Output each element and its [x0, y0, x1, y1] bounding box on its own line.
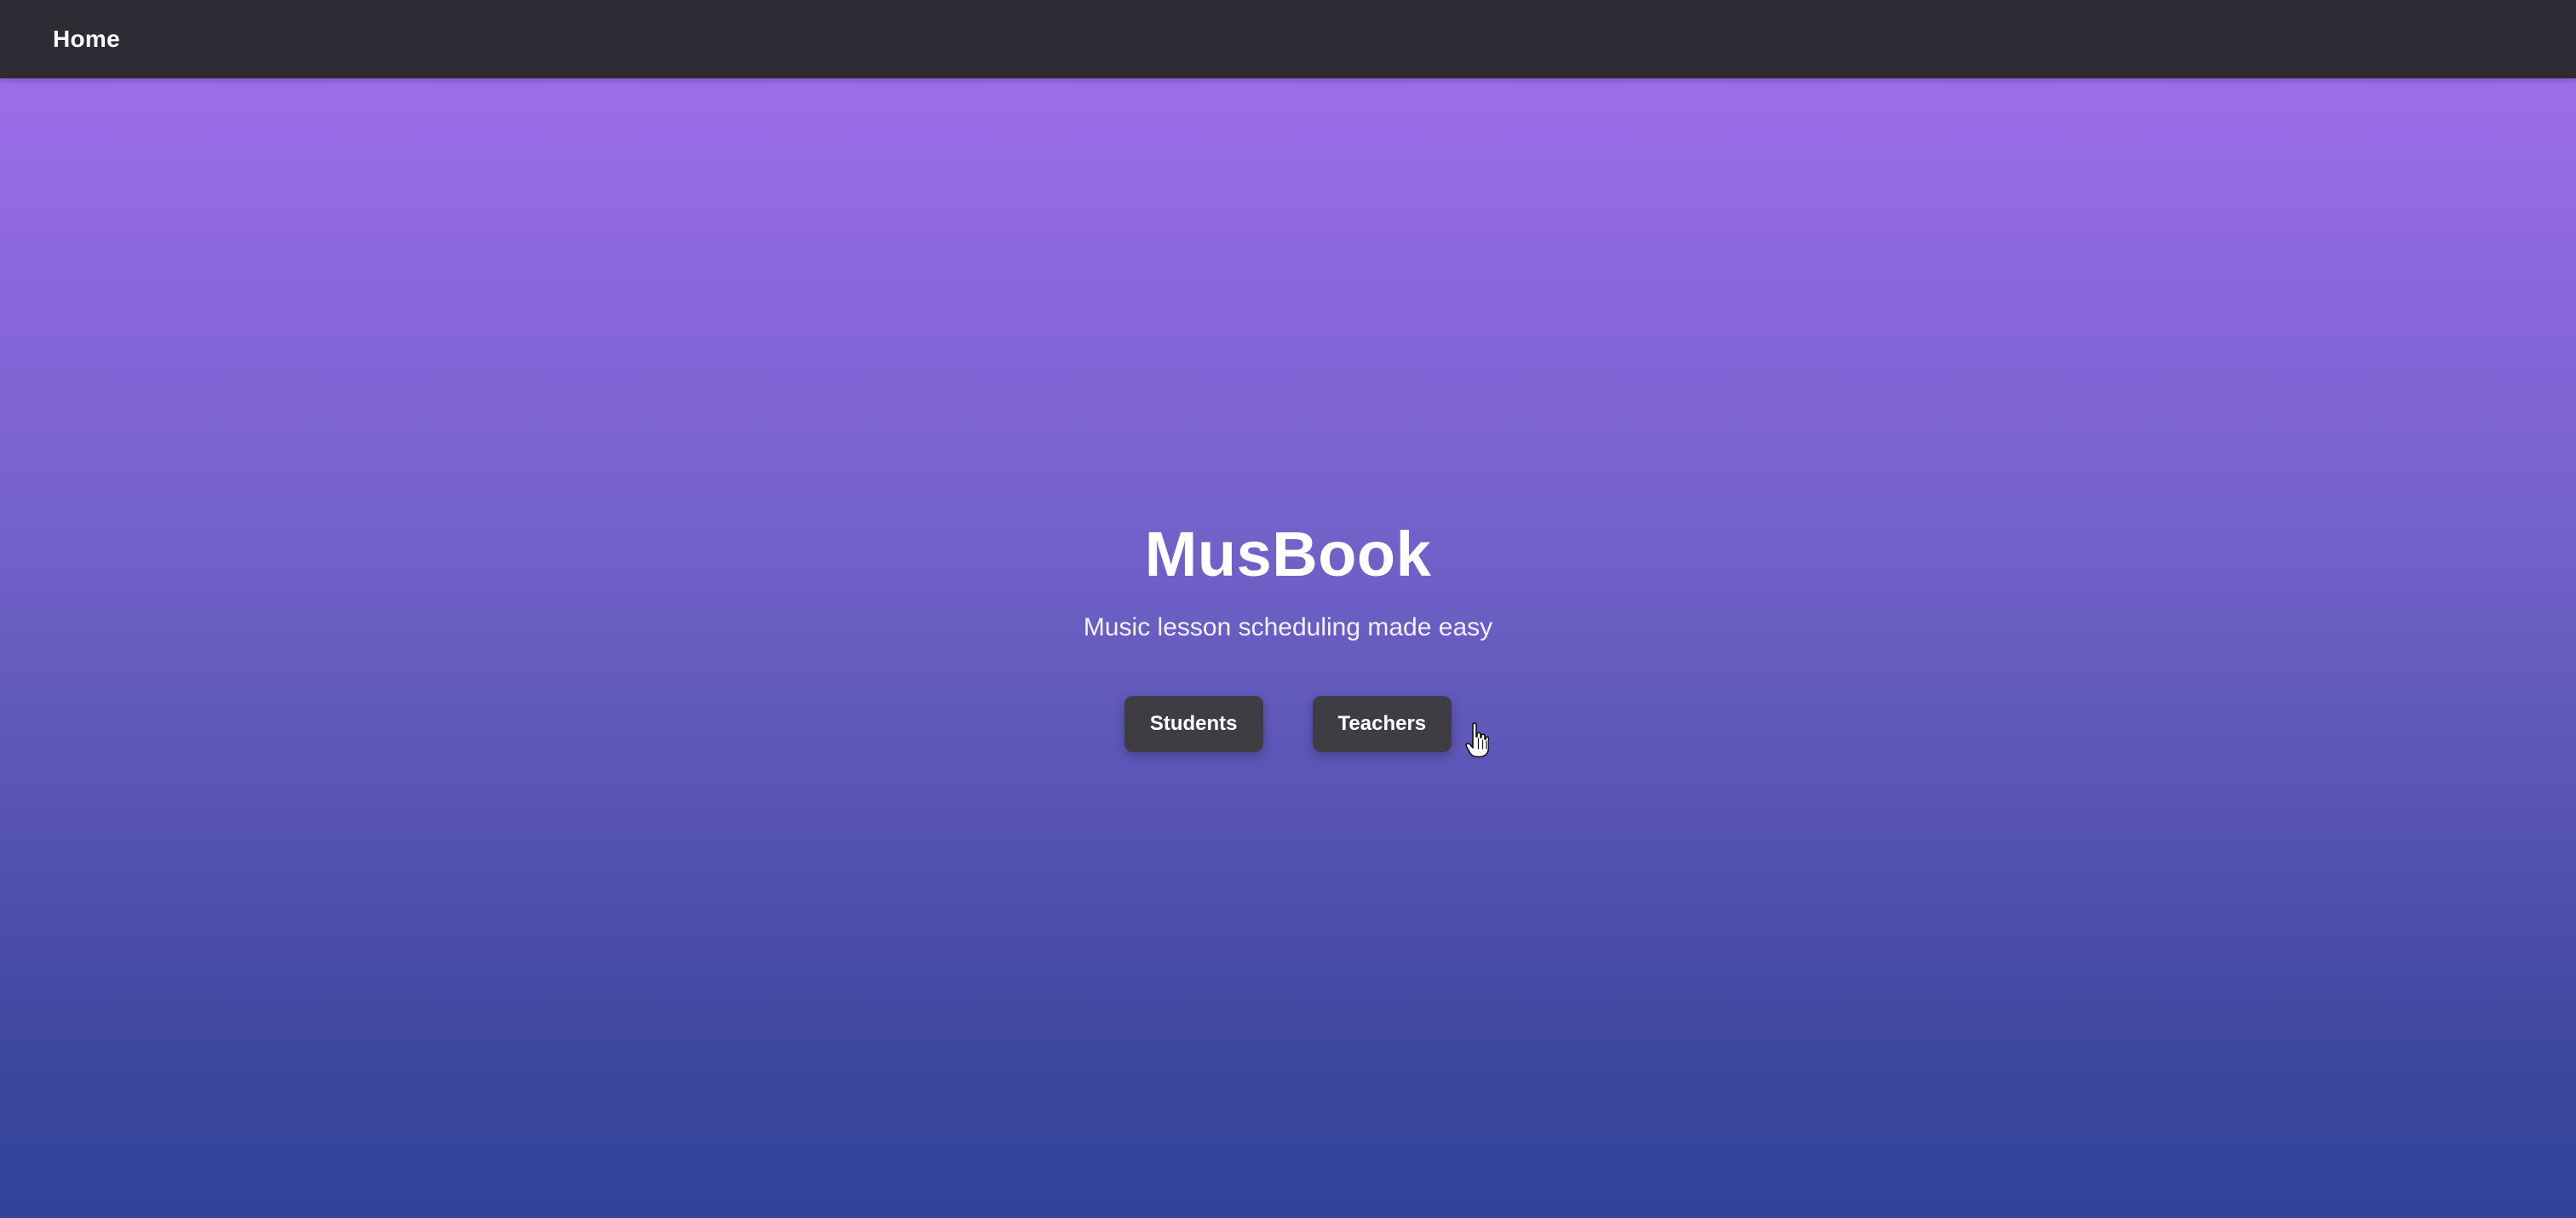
teachers-button[interactable]: Teachers — [1312, 696, 1452, 753]
app-title: MusBook — [1144, 519, 1432, 589]
students-button[interactable]: Students — [1124, 696, 1263, 753]
app-subtitle: Music lesson scheduling made easy — [1083, 613, 1493, 642]
top-navbar: Home — [0, 0, 2576, 78]
landing-page: Home MusBook Music lesson scheduling mad… — [0, 0, 2576, 1218]
role-buttons: Students Teachers — [0, 696, 2576, 753]
nav-home-link[interactable]: Home — [53, 26, 120, 53]
hero-section: MusBook Music lesson scheduling made eas… — [0, 519, 2576, 753]
